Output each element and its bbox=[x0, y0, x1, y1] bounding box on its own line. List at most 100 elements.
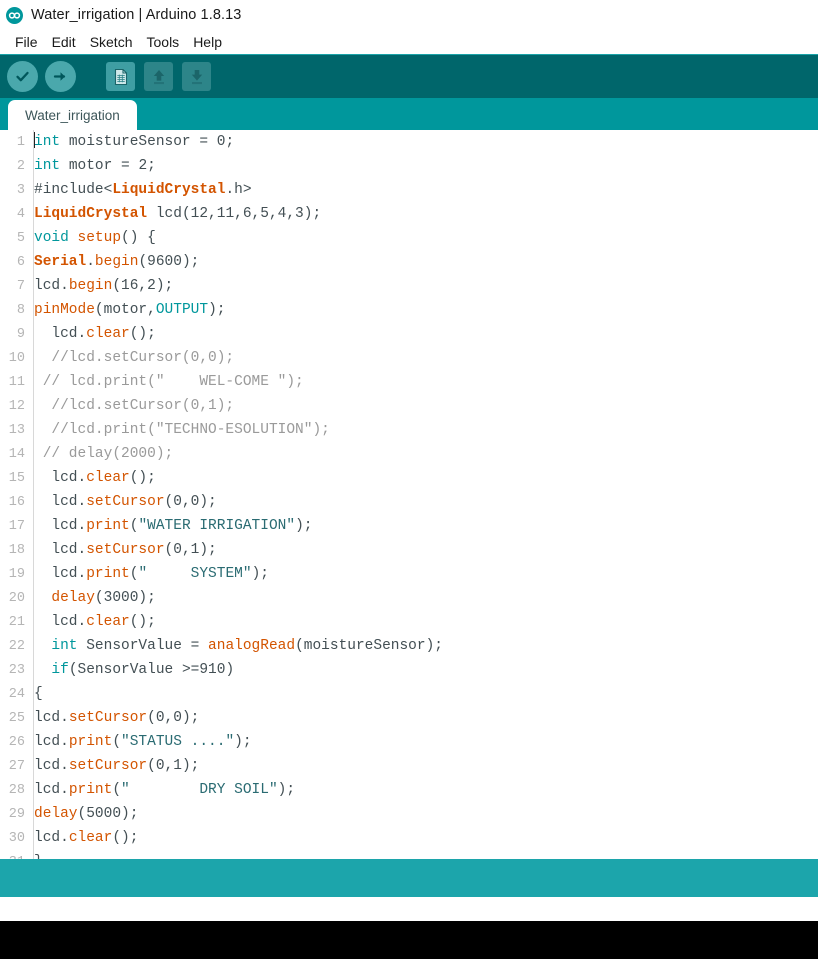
line-number: 29 bbox=[8, 806, 25, 822]
menu-file[interactable]: File bbox=[8, 34, 45, 50]
arduino-infinity-icon bbox=[6, 6, 23, 24]
menu-help[interactable]: Help bbox=[186, 34, 229, 50]
line-number: 4 bbox=[16, 206, 25, 222]
code-text[interactable]: Serial.begin(9600); bbox=[28, 250, 199, 274]
code-text[interactable]: #include<LiquidCrystal.h> bbox=[28, 178, 252, 202]
menu-sketch[interactable]: Sketch bbox=[83, 34, 140, 50]
code-text[interactable]: int motor = 2; bbox=[28, 154, 156, 178]
code-line[interactable]: 22 int SensorValue = analogRead(moisture… bbox=[0, 634, 818, 658]
code-text[interactable]: int SensorValue = analogRead(moistureSen… bbox=[28, 634, 443, 658]
code-text[interactable]: void setup() { bbox=[28, 226, 156, 250]
verify-button[interactable] bbox=[7, 61, 38, 92]
code-text[interactable]: int moistureSensor = 0; bbox=[28, 130, 234, 154]
code-text[interactable]: delay(5000); bbox=[28, 802, 138, 826]
code-line[interactable]: 6 Serial.begin(9600); bbox=[0, 250, 818, 274]
code-text[interactable]: lcd.setCursor(0,0); bbox=[28, 490, 216, 514]
code-line[interactable]: 27 lcd.setCursor(0,1); bbox=[0, 754, 818, 778]
code-line[interactable]: 9 lcd.clear(); bbox=[0, 322, 818, 346]
code-line[interactable]: 18 lcd.setCursor(0,1); bbox=[0, 538, 818, 562]
code-line[interactable]: 14 // delay(2000); bbox=[0, 442, 818, 466]
line-number: 21 bbox=[8, 614, 25, 630]
code-line[interactable]: 11 // lcd.print(" WEL-COME "); bbox=[0, 370, 818, 394]
code-text[interactable]: //lcd.print("TECHNO-ESOLUTION"); bbox=[28, 418, 329, 442]
code-line[interactable]: 8 pinMode(motor,OUTPUT); bbox=[0, 298, 818, 322]
code-text[interactable]: lcd.setCursor(0,1); bbox=[28, 538, 216, 562]
code-line[interactable]: 3 #include<LiquidCrystal.h> bbox=[0, 178, 818, 202]
code-line[interactable]: 4 LiquidCrystal lcd(12,11,6,5,4,3); bbox=[0, 202, 818, 226]
line-number: 7 bbox=[16, 278, 25, 294]
menu-tools[interactable]: Tools bbox=[140, 34, 187, 50]
line-number: 5 bbox=[16, 230, 25, 246]
code-text[interactable]: lcd.print("STATUS ...."); bbox=[28, 730, 252, 754]
code-line[interactable]: 31} bbox=[0, 850, 818, 859]
code-text[interactable]: { bbox=[28, 682, 43, 706]
code-text[interactable]: lcd.print("WATER IRRIGATION"); bbox=[28, 514, 312, 538]
code-line[interactable]: 12 //lcd.setCursor(0,1); bbox=[0, 394, 818, 418]
code-line[interactable]: 1 int moistureSensor = 0; bbox=[0, 130, 818, 154]
code-line[interactable]: 24{ bbox=[0, 682, 818, 706]
code-text[interactable]: lcd.setCursor(0,1); bbox=[28, 754, 199, 778]
code-text[interactable]: LiquidCrystal lcd(12,11,6,5,4,3); bbox=[28, 202, 321, 226]
code-line[interactable]: 10 //lcd.setCursor(0,0); bbox=[0, 346, 818, 370]
line-number: 15 bbox=[8, 470, 25, 486]
line-number: 14 bbox=[8, 446, 25, 462]
code-line[interactable]: 26 lcd.print("STATUS ...."); bbox=[0, 730, 818, 754]
tab-water-irrigation[interactable]: Water_irrigation bbox=[8, 100, 137, 130]
line-number: 20 bbox=[8, 590, 25, 606]
code-editor[interactable]: 1 int moistureSensor = 0; 2 int motor = 2; 3… bbox=[0, 130, 818, 859]
code-text[interactable]: lcd.clear(); bbox=[28, 322, 155, 346]
code-line[interactable]: 16 lcd.setCursor(0,0); bbox=[0, 490, 818, 514]
open-button[interactable] bbox=[144, 62, 173, 91]
code-line[interactable]: 17 lcd.print("WATER IRRIGATION"); bbox=[0, 514, 818, 538]
line-number: 9 bbox=[16, 326, 25, 342]
line-number: 26 bbox=[8, 734, 25, 750]
menu-edit[interactable]: Edit bbox=[45, 34, 83, 50]
code-line[interactable]: 7 lcd.begin(16,2); bbox=[0, 274, 818, 298]
code-line[interactable]: 23 if(SensorValue >=910) bbox=[0, 658, 818, 682]
code-line[interactable]: 13 //lcd.print("TECHNO-ESOLUTION"); bbox=[0, 418, 818, 442]
code-text[interactable]: // delay(2000); bbox=[28, 442, 174, 466]
line-number: 3 bbox=[16, 182, 25, 198]
code-line[interactable]: 30 lcd.clear(); bbox=[0, 826, 818, 850]
arrow-up-icon bbox=[153, 69, 164, 84]
code-line[interactable]: 25 lcd.setCursor(0,0); bbox=[0, 706, 818, 730]
code-text[interactable]: lcd.begin(16,2); bbox=[28, 274, 173, 298]
upload-button[interactable] bbox=[45, 61, 76, 92]
arduino-ide-window: Water_irrigation | Arduino 1.8.13 File E… bbox=[0, 0, 818, 959]
line-number: 17 bbox=[8, 518, 25, 534]
code-text[interactable]: lcd.setCursor(0,0); bbox=[28, 706, 199, 730]
code-text[interactable]: delay(3000); bbox=[28, 586, 155, 610]
code-text[interactable]: lcd.clear(); bbox=[28, 610, 155, 634]
code-text[interactable]: //lcd.setCursor(0,1); bbox=[28, 394, 234, 418]
code-text[interactable]: lcd.print(" DRY SOIL"); bbox=[28, 778, 295, 802]
toolbar bbox=[0, 54, 818, 98]
code-text[interactable]: } bbox=[28, 850, 43, 859]
new-button[interactable] bbox=[106, 62, 135, 91]
status-bar bbox=[0, 859, 818, 897]
save-button[interactable] bbox=[182, 62, 211, 91]
line-number: 28 bbox=[8, 782, 25, 798]
code-line[interactable]: 28 lcd.print(" DRY SOIL"); bbox=[0, 778, 818, 802]
code-text[interactable]: lcd.clear(); bbox=[28, 466, 155, 490]
line-number: 16 bbox=[8, 494, 25, 510]
code-text[interactable]: lcd.print(" SYSTEM"); bbox=[28, 562, 269, 586]
code-line[interactable]: 15 lcd.clear(); bbox=[0, 466, 818, 490]
code-text[interactable]: lcd.clear(); bbox=[28, 826, 138, 850]
line-number: 25 bbox=[8, 710, 25, 726]
code-text[interactable]: pinMode(motor,OUTPUT); bbox=[28, 298, 225, 322]
code-text[interactable]: if(SensorValue >=910) bbox=[28, 658, 234, 682]
code-text[interactable]: // lcd.print(" WEL-COME "); bbox=[28, 370, 304, 394]
checkmark-icon bbox=[16, 71, 29, 82]
line-number: 22 bbox=[8, 638, 25, 654]
code-line[interactable]: 5 void setup() { bbox=[0, 226, 818, 250]
line-number: 23 bbox=[8, 662, 25, 678]
code-text[interactable]: //lcd.setCursor(0,0); bbox=[28, 346, 234, 370]
line-number: 27 bbox=[8, 758, 25, 774]
code-line[interactable]: 2 int motor = 2; bbox=[0, 154, 818, 178]
code-line[interactable]: 20 delay(3000); bbox=[0, 586, 818, 610]
code-line[interactable]: 21 lcd.clear(); bbox=[0, 610, 818, 634]
code-line[interactable]: 29 delay(5000); bbox=[0, 802, 818, 826]
menu-bar: File Edit Sketch Tools Help bbox=[0, 30, 818, 54]
line-number: 18 bbox=[8, 542, 25, 558]
code-line[interactable]: 19 lcd.print(" SYSTEM"); bbox=[0, 562, 818, 586]
